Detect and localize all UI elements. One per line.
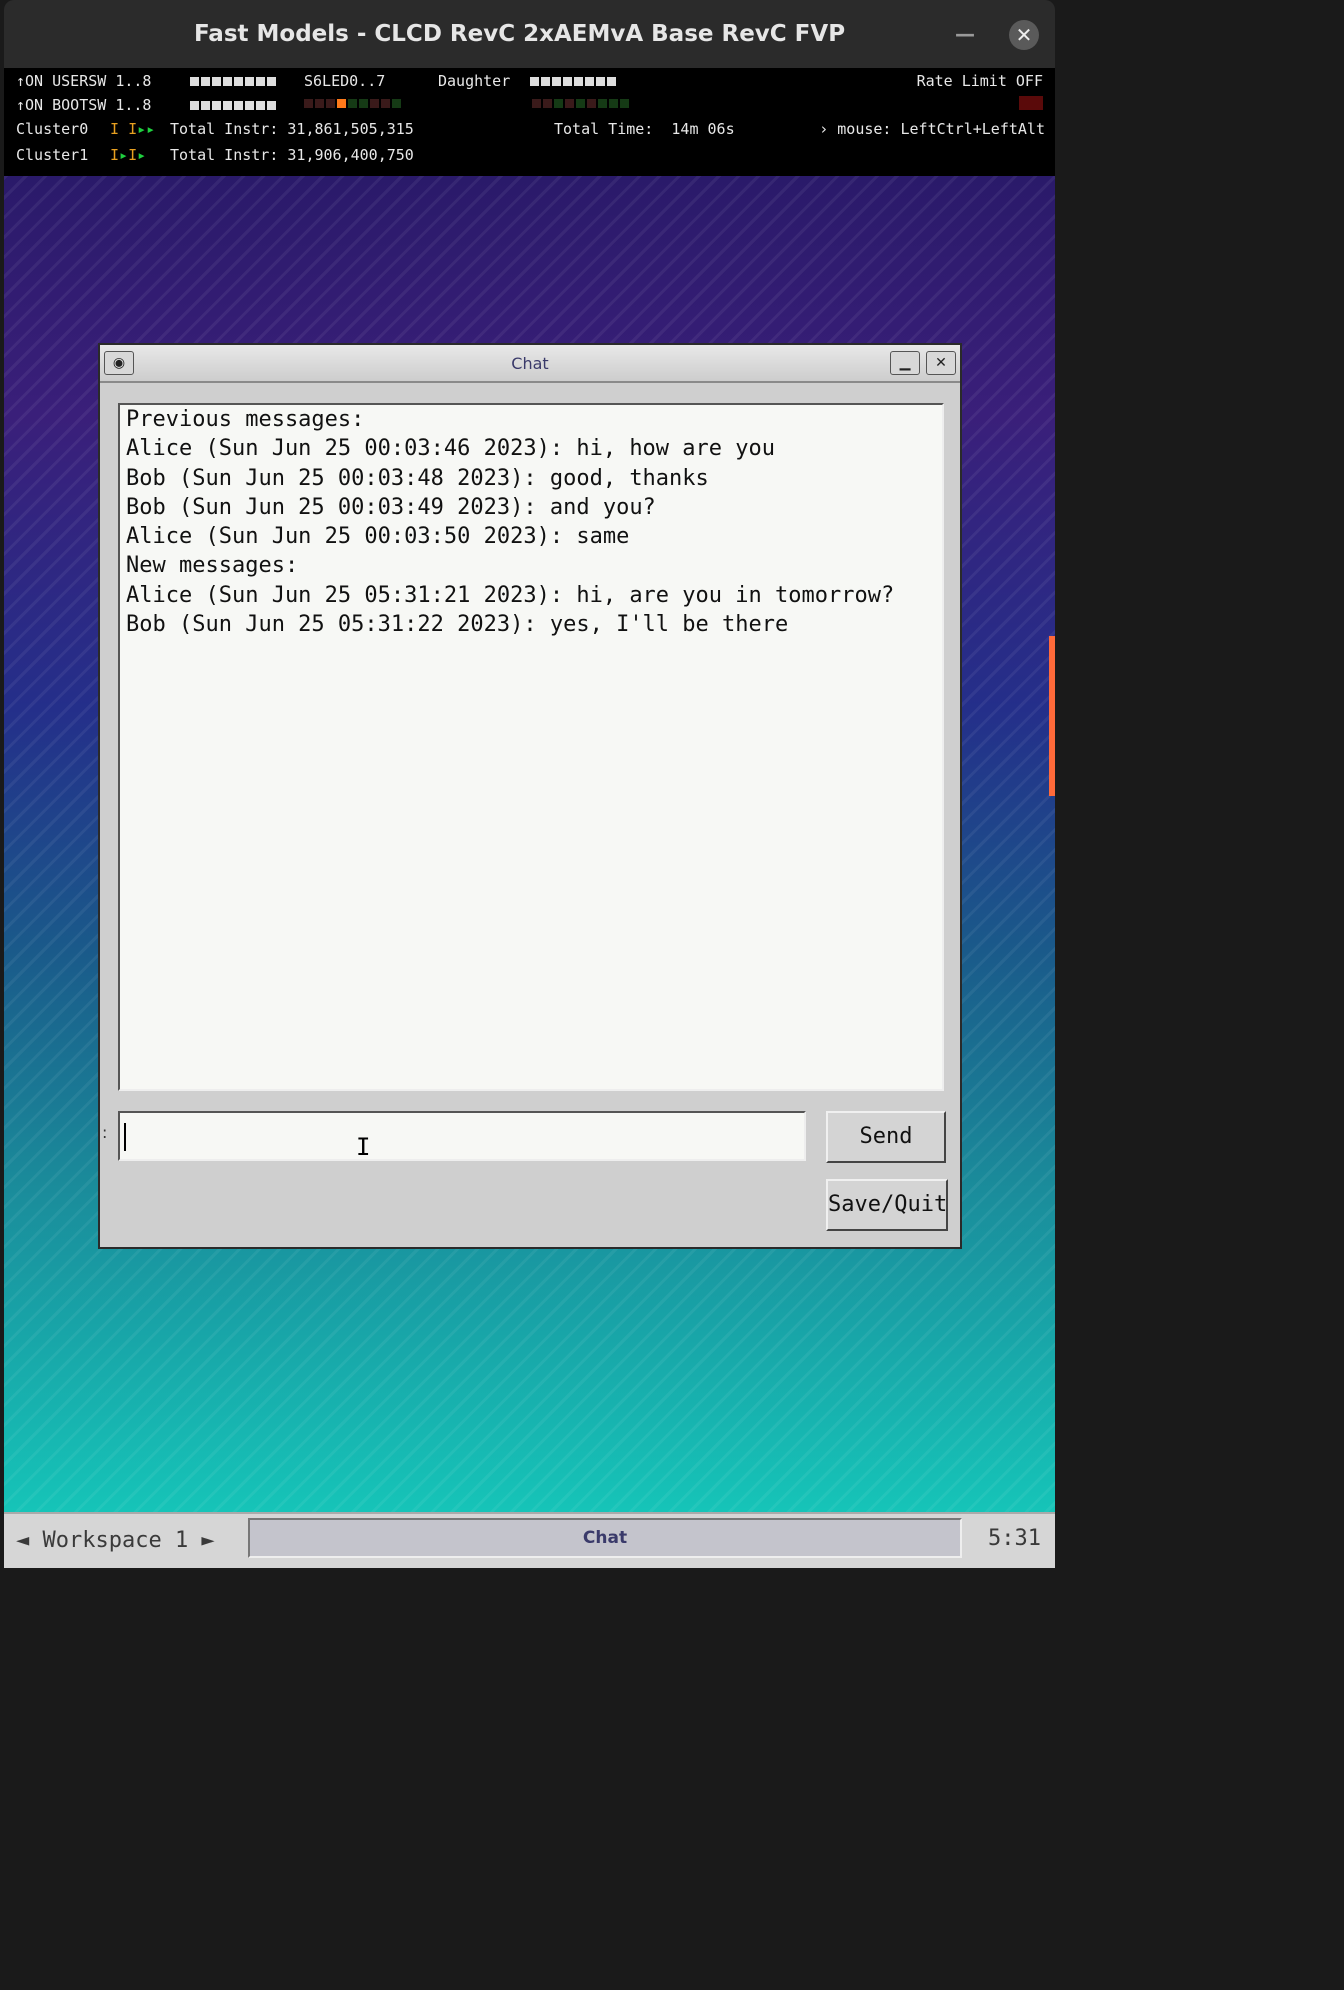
daughter-bit <box>552 77 561 86</box>
usersw-bit <box>245 77 254 86</box>
led-off <box>315 99 324 108</box>
chat-title: Chat <box>511 353 549 373</box>
cluster1-instr: Total Instr: 31,906,400,750 <box>170 146 414 164</box>
usersw-bit <box>201 77 210 86</box>
usersw-bit <box>212 77 221 86</box>
led-off <box>359 99 368 108</box>
chat-window: Chat ◉ ▁ ✕ Previous messages: Alice (Sun … <box>98 343 962 1249</box>
text-caret <box>124 1122 126 1151</box>
usersw-bit <box>190 77 199 86</box>
daughter-bit <box>530 77 539 86</box>
close-icon[interactable]: ✕ <box>926 351 956 375</box>
lcd-desktop: Chat ◉ ▁ ✕ Previous messages: Alice (Sun … <box>4 176 1055 1512</box>
message-line: Alice (Sun Jun 25 05:31:21 2023): hi, ar… <box>126 582 895 608</box>
bootsw-leds <box>190 101 276 110</box>
usersw-bit <box>223 77 232 86</box>
message-log[interactable]: Previous messages: Alice (Sun Jun 25 00:0… <box>118 403 944 1091</box>
rate-limit-toggle[interactable]: Rate Limit OFF <box>917 72 1043 90</box>
message-line: Bob (Sun Jun 25 00:03:48 2023): good, th… <box>126 465 709 491</box>
message-line: Previous messages: <box>126 407 365 432</box>
daughter-bit <box>596 77 605 86</box>
daughter-bit <box>563 77 572 86</box>
led-off <box>587 99 596 108</box>
minimize-icon[interactable]: — <box>953 22 977 46</box>
bootsw-bit <box>212 101 221 110</box>
cluster1-core-icons: I▸I▸ <box>110 146 147 164</box>
daughter-leds <box>530 77 616 86</box>
usersw-label: ↑ON USERSW 1..8 <box>16 72 152 90</box>
total-time: Total Time: 14m 06s <box>554 120 735 138</box>
bootsw-bit <box>190 101 199 110</box>
led-off <box>609 99 618 108</box>
close-icon[interactable]: ✕ <box>1009 20 1039 50</box>
usersw-bit <box>234 77 243 86</box>
led-off <box>598 99 607 108</box>
daughter-bit <box>541 77 550 86</box>
s6led-label: S6LED0..7 <box>304 72 386 90</box>
fvp-window: Fast Models - CLCD RevC 2xAEMvA Base Rev… <box>4 0 1055 1568</box>
daughter-status-leds <box>532 99 629 108</box>
status-indicator <box>1019 96 1043 110</box>
led-off <box>326 99 335 108</box>
send-button[interactable]: Send <box>826 1111 946 1163</box>
chat-titlebar[interactable]: Chat ◉ ▁ ✕ <box>100 345 960 383</box>
bootsw-bit <box>245 101 254 110</box>
cluster0-instr: Total Instr: 31,861,505,315 <box>170 120 414 138</box>
led-on <box>337 99 346 108</box>
led-off <box>370 99 379 108</box>
cluster0-label: Cluster0 <box>16 120 89 138</box>
daughter-bit <box>574 77 583 86</box>
usersw-leds <box>190 77 276 86</box>
led-off <box>554 99 563 108</box>
message-line: Alice (Sun Jun 25 00:03:50 2023): same <box>126 524 630 550</box>
led-off <box>543 99 552 108</box>
bootsw-bit <box>201 101 210 110</box>
clock: 5:31 <box>988 1526 1041 1551</box>
led-off <box>565 99 574 108</box>
usersw-bit <box>256 77 265 86</box>
bootsw-bit <box>256 101 265 110</box>
message-line: New messages: <box>126 553 299 579</box>
daughter-label: Daughter <box>438 72 511 90</box>
led-off <box>348 99 357 108</box>
cluster0-core-icons: I I▸▸ <box>110 120 156 138</box>
input-marker: : <box>102 1123 108 1142</box>
daughter-bit <box>585 77 594 86</box>
window-title: Fast Models - CLCD RevC 2xAEMvA Base Rev… <box>193 21 846 47</box>
led-off <box>532 99 541 108</box>
taskbar-item-chat[interactable]: Chat <box>248 1518 962 1558</box>
status-panel: ↑ON USERSW 1..8 S6LED0..7 Daughter Rate … <box>4 68 1055 176</box>
taskbar: ◄ Workspace 1 ► Chat 5:31 <box>4 1512 1055 1568</box>
ibeam-cursor-icon: I <box>356 1133 371 1161</box>
bootsw-bit <box>234 101 243 110</box>
led-off <box>576 99 585 108</box>
led-off <box>381 99 390 108</box>
minimize-icon[interactable]: ▁ <box>890 351 920 375</box>
message-input[interactable]: I <box>118 1111 806 1161</box>
bootsw-label: ↑ON BOOTSW 1..8 <box>16 96 152 114</box>
bootsw-bit <box>223 101 232 110</box>
window-titlebar[interactable]: Fast Models - CLCD RevC 2xAEMvA Base Rev… <box>4 0 1055 68</box>
window-menu-icon[interactable]: ◉ <box>104 351 134 375</box>
message-line: Bob (Sun Jun 25 05:31:22 2023): yes, I'l… <box>126 612 789 638</box>
save-quit-button[interactable]: Save/Quit <box>826 1179 948 1231</box>
led-off <box>620 99 629 108</box>
usersw-bit <box>267 77 276 86</box>
workspace-switcher[interactable]: ◄ Workspace 1 ► <box>16 1514 215 1568</box>
message-line: Bob (Sun Jun 25 00:03:49 2023): and you? <box>126 494 656 520</box>
s6led-leds <box>304 99 401 108</box>
led-off <box>304 99 313 108</box>
daughter-bit <box>607 77 616 86</box>
led-off <box>392 99 401 108</box>
cluster1-label: Cluster1 <box>16 146 89 164</box>
bootsw-bit <box>267 101 276 110</box>
mouse-hint: › mouse: LeftCtrl+LeftAlt <box>819 120 1045 138</box>
message-line: Alice (Sun Jun 25 00:03:46 2023): hi, ho… <box>126 436 776 462</box>
